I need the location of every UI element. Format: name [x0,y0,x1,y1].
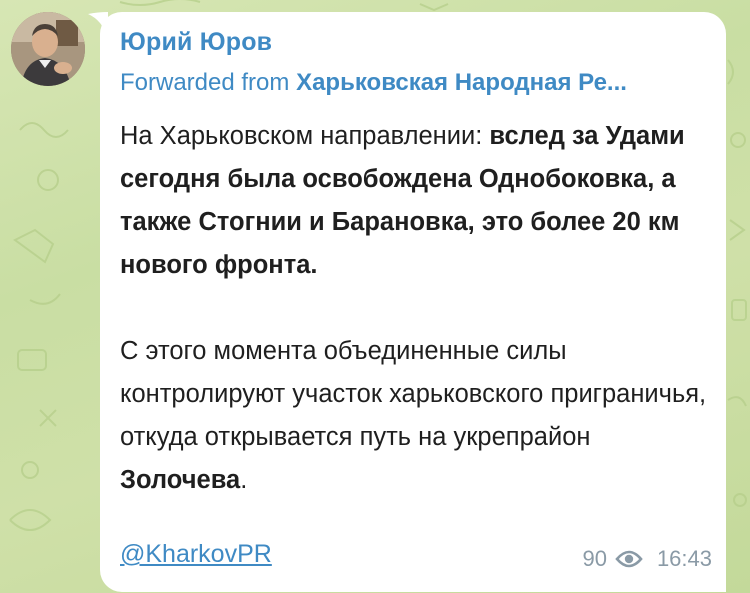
view-count: 90 [582,546,607,571]
channel-mention-link[interactable]: @KharkovPR [120,540,272,569]
paragraph-2-normal: С этого момента объединенные силы контро… [120,337,707,451]
paragraph-1: На Харьковском направлении: вслед за Уда… [120,115,710,287]
forwarded-header[interactable]: Forwarded from Харьковская Народная Ре..… [120,69,700,97]
message-time: 16:43 [656,546,712,571]
paragraph-2: С этого момента объединенные силы контро… [120,330,710,502]
sender-name[interactable]: Юрий Юров [120,28,272,57]
paragraph-1-normal: На Харьковском направлении: [120,122,490,150]
avatar[interactable] [11,12,85,86]
paragraph-2-end: . [240,466,248,494]
profile-photo-icon [11,12,85,86]
paragraph-2-bold: Золочева [120,466,241,494]
forward-prefix: Forwarded from [120,69,290,96]
eye-icon [615,549,643,569]
message-meta: 90 16:43 [582,546,712,572]
message-bubble[interactable]: Юрий Юров Forwarded from Харьковская Нар… [100,12,726,592]
message-text: На Харьковском направлении: вслед за Уда… [120,115,710,502]
forward-source[interactable]: Харьковская Народная Ре... [296,69,627,96]
